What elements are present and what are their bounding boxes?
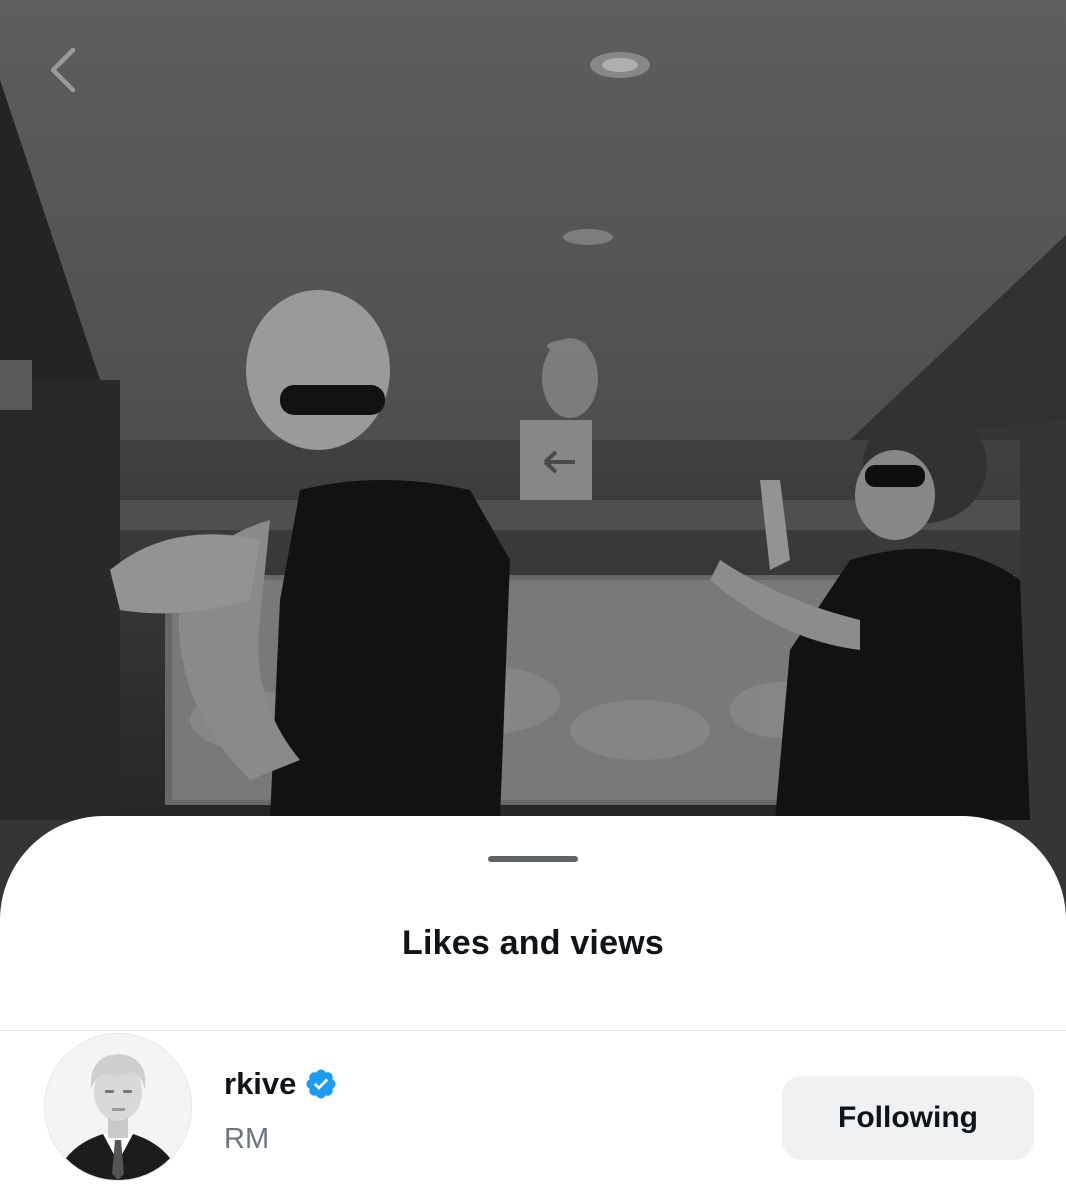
avatar[interactable] (44, 1033, 192, 1181)
back-button[interactable] (34, 40, 90, 100)
following-button[interactable]: Following (782, 1076, 1034, 1160)
verified-badge-icon (304, 1067, 338, 1101)
sheet-title: Likes and views (402, 924, 664, 962)
likes-and-views-sheet: Likes and views rkive RM Following (0, 816, 1066, 1199)
display-name: RM (224, 1123, 270, 1155)
sheet-grabber[interactable] (488, 856, 578, 862)
username[interactable]: rkive (224, 1066, 296, 1102)
user-row[interactable]: rkive RM Following (0, 1031, 1066, 1199)
chevron-left-icon (50, 47, 76, 93)
username-line: rkive (224, 1064, 338, 1104)
screen: Likes and views rkive RM Following (0, 0, 1066, 1199)
